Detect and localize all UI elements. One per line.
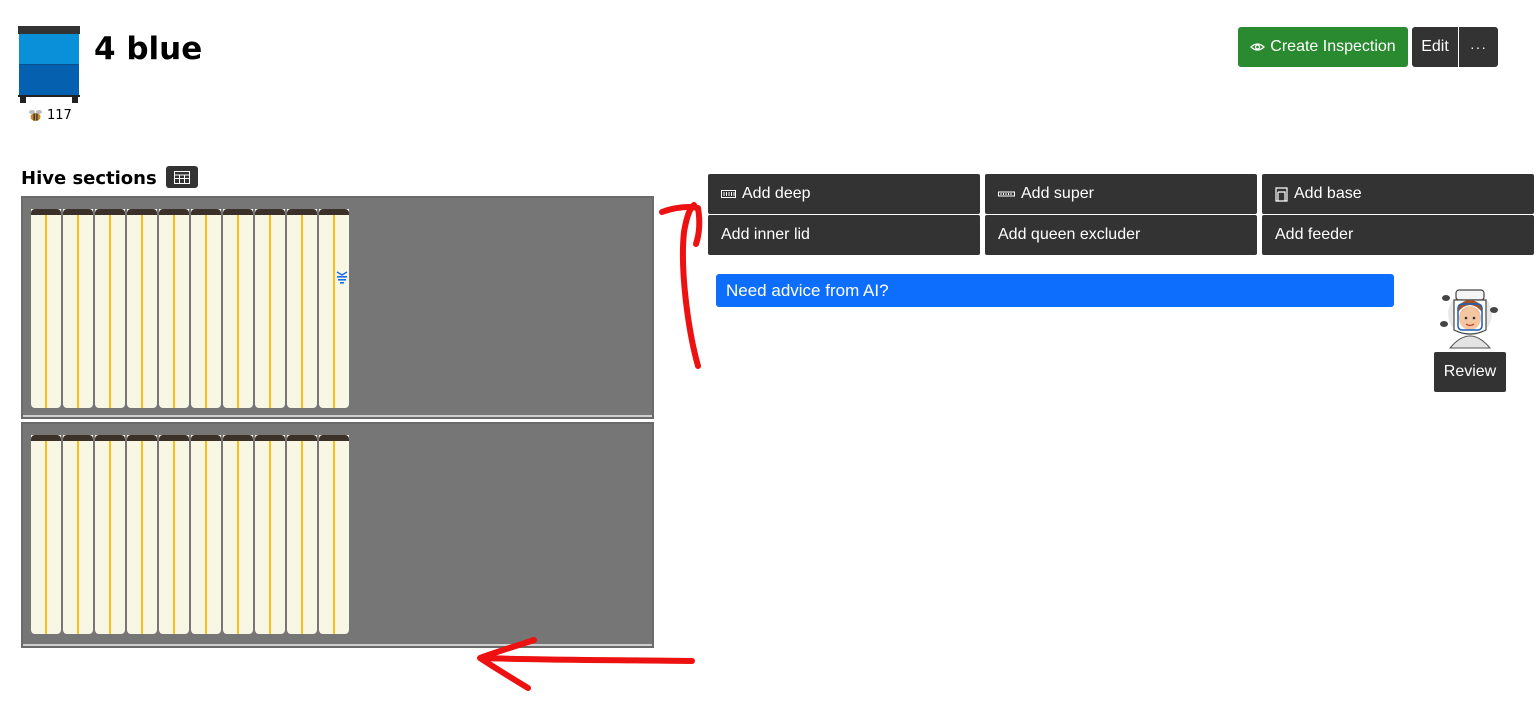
frame[interactable] <box>255 435 285 634</box>
add-queen-excluder-button[interactable]: Add queen excluder <box>985 215 1257 255</box>
ai-advice-banner[interactable]: Need advice from AI? <box>716 274 1394 307</box>
bee-icon <box>29 109 42 121</box>
page-title: 4 blue <box>94 31 203 67</box>
add-base-button[interactable]: Add base <box>1262 174 1534 214</box>
table-view-button[interactable] <box>166 166 198 188</box>
add-base-label: Add base <box>1294 185 1362 202</box>
frame[interactable] <box>127 435 157 634</box>
arrow-up-annotation <box>659 202 703 369</box>
add-feeder-button[interactable]: Add feeder <box>1262 215 1534 255</box>
table-icon <box>174 170 190 184</box>
add-deep-label: Add deep <box>742 185 811 202</box>
bee-count-value: 117 <box>47 108 72 123</box>
frame-list <box>31 209 349 408</box>
more-options-button[interactable]: ··· <box>1459 27 1498 67</box>
review-button[interactable]: Review <box>1434 352 1506 392</box>
super-box-icon <box>998 191 1015 197</box>
frame[interactable] <box>31 209 61 408</box>
beekeeper-avatar-icon <box>1440 289 1498 349</box>
frame[interactable] <box>95 435 125 634</box>
frame[interactable] <box>319 209 349 408</box>
frame[interactable] <box>255 209 285 408</box>
frame[interactable] <box>287 435 317 634</box>
frame[interactable] <box>95 209 125 408</box>
add-inner-lid-button[interactable]: Add inner lid <box>708 215 980 255</box>
frame[interactable] <box>223 435 253 634</box>
hive-box-2[interactable] <box>21 422 654 648</box>
create-inspection-button[interactable]: Create Inspection <box>1238 27 1408 67</box>
box-divider <box>23 415 652 417</box>
hive-box-1[interactable] <box>21 196 654 419</box>
add-deep-button[interactable]: Add deep <box>708 174 980 214</box>
frame[interactable] <box>127 209 157 408</box>
add-super-button[interactable]: Add super <box>985 174 1257 214</box>
edit-button[interactable]: Edit <box>1412 27 1458 67</box>
frame-list <box>31 435 349 634</box>
frame[interactable] <box>319 435 349 634</box>
hive-sections-heading: Hive sections <box>21 168 157 189</box>
frame[interactable] <box>159 435 189 634</box>
frame[interactable] <box>191 435 221 634</box>
box-divider <box>23 644 652 646</box>
frame[interactable] <box>63 435 93 634</box>
ai-advice-text: Need advice from AI? <box>726 280 889 300</box>
eye-icon <box>1250 43 1266 51</box>
create-inspection-label: Create Inspection <box>1270 38 1396 55</box>
queen-bee-icon <box>336 271 348 284</box>
add-super-label: Add super <box>1021 185 1094 202</box>
frame[interactable] <box>191 209 221 408</box>
base-icon <box>1275 186 1288 202</box>
frame[interactable] <box>31 435 61 634</box>
hive-icon <box>18 26 80 103</box>
bee-count: 117 <box>28 108 72 123</box>
frame[interactable] <box>287 209 317 408</box>
frame[interactable] <box>63 209 93 408</box>
frame[interactable] <box>223 209 253 408</box>
deep-box-icon <box>721 190 736 198</box>
frame[interactable] <box>159 209 189 408</box>
